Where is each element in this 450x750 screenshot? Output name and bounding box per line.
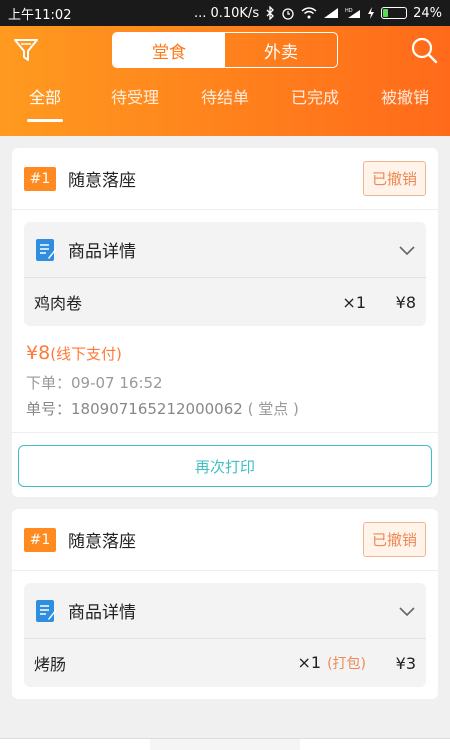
list-item: 烤肠 ×1 (打包) ¥3 — [24, 639, 426, 687]
bottom-nav — [0, 738, 450, 750]
order-number-badge: #1 — [24, 527, 56, 552]
item-price: ¥8 — [395, 292, 416, 312]
segment-takeout[interactable]: 外卖 — [225, 33, 337, 67]
product-detail-toggle[interactable]: 商品详情 — [24, 222, 426, 278]
filter-icon[interactable] — [12, 36, 40, 64]
item-price: ¥3 — [395, 653, 416, 673]
reprint-button[interactable]: 再次打印 — [18, 445, 432, 487]
payment-summary: ¥8(线下支付) — [12, 338, 438, 364]
item-qty-value: ×1 — [297, 653, 322, 672]
wifi-icon — [301, 7, 317, 19]
tab-pending-accept[interactable]: 待受理 — [90, 84, 180, 128]
status-badge: 已撤销 — [362, 522, 426, 557]
chevron-down-icon[interactable] — [398, 602, 416, 620]
network-speed: ... 0.10K/s — [193, 5, 260, 21]
document-icon — [36, 238, 57, 261]
print-section: 再次打印 — [12, 432, 438, 497]
item-qty-value: ×1 — [342, 292, 366, 312]
item-note: (打包) — [327, 656, 366, 672]
order-meta: 下单：09-07 16:52 单号：180907165212000062 ( 堂… — [12, 364, 438, 422]
dining-type-segment: 堂食 外卖 — [112, 32, 338, 68]
payment-method: (线下支付) — [50, 345, 122, 363]
charging-icon — [368, 7, 375, 19]
product-detail-toggle[interactable]: 商品详情 — [24, 583, 426, 639]
signal-icon — [324, 8, 339, 18]
status-time: 上午11:02 — [8, 7, 72, 23]
list-item: 鸡肉卷 ×1 ¥8 — [24, 278, 426, 326]
svg-text:HD: HD — [345, 8, 353, 14]
battery-fill — [383, 9, 389, 17]
product-detail-panel: 商品详情 烤肠 ×1 (打包) ¥3 — [24, 583, 426, 687]
hd-signal-icon: HD — [345, 8, 361, 18]
app-header: 堂食 外卖 全部 待受理 待结单 已完成 被撤销 — [0, 26, 450, 136]
order-card-header: #1 随意落座 已撤销 — [12, 509, 438, 571]
order-number-line: 单号：180907165212000062 ( 堂点 ) — [26, 396, 424, 422]
order-number-label: 单号： — [26, 400, 72, 418]
order-type: ( 堂点 ) — [247, 400, 299, 418]
battery-icon — [381, 7, 408, 19]
order-card-header: #1 随意落座 已撤销 — [12, 148, 438, 210]
table-name: 随意落座 — [68, 532, 136, 552]
tab-cancelled[interactable]: 被撤销 — [360, 84, 450, 128]
order-status-tabs: 全部 待受理 待结单 已完成 被撤销 — [0, 84, 450, 128]
order-number: 180907165212000062 — [71, 400, 243, 418]
order-number-badge: #1 — [24, 166, 56, 191]
tab-completed[interactable]: 已完成 — [270, 84, 360, 128]
item-qty: ×1 — [276, 293, 366, 312]
status-bar: 上午11:02 ... 0.10K/s HD 24% — [0, 0, 450, 26]
alarm-icon — [282, 8, 294, 20]
order-amount: ¥8 — [26, 342, 51, 364]
battery-text: 24% — [413, 5, 442, 21]
table-name: 随意落座 — [68, 171, 136, 191]
order-card[interactable]: #1 随意落座 已撤销 商品详情 烤肠 ×1 (打包) ¥3 — [12, 509, 438, 699]
bottom-nav-active[interactable] — [150, 739, 300, 750]
order-list[interactable]: #1 随意落座 已撤销 商品详情 鸡肉卷 ×1 ¥8 ¥8(线下支付) 下单：0… — [0, 136, 450, 750]
order-card[interactable]: #1 随意落座 已撤销 商品详情 鸡肉卷 ×1 ¥8 ¥8(线下支付) 下单：0… — [12, 148, 438, 497]
search-icon[interactable] — [410, 36, 438, 64]
tab-all[interactable]: 全部 — [0, 84, 90, 128]
bluetooth-icon — [266, 6, 275, 20]
status-badge: 已撤销 — [362, 161, 426, 196]
order-time: 下单：09-07 16:52 — [26, 374, 163, 392]
status-icons: ... 0.10K/s HD 24% — [194, 6, 442, 21]
item-name: 鸡肉卷 — [34, 294, 83, 313]
product-detail-label: 商品详情 — [68, 242, 136, 262]
product-detail-label: 商品详情 — [68, 603, 136, 623]
segment-dine-in[interactable]: 堂食 — [113, 33, 225, 67]
document-icon — [36, 599, 57, 622]
item-name: 烤肠 — [34, 655, 67, 674]
item-qty: ×1 (打包) — [246, 653, 366, 673]
chevron-down-icon[interactable] — [398, 241, 416, 259]
product-detail-panel: 商品详情 鸡肉卷 ×1 ¥8 — [24, 222, 426, 326]
tab-pending-close[interactable]: 待结单 — [180, 84, 270, 128]
